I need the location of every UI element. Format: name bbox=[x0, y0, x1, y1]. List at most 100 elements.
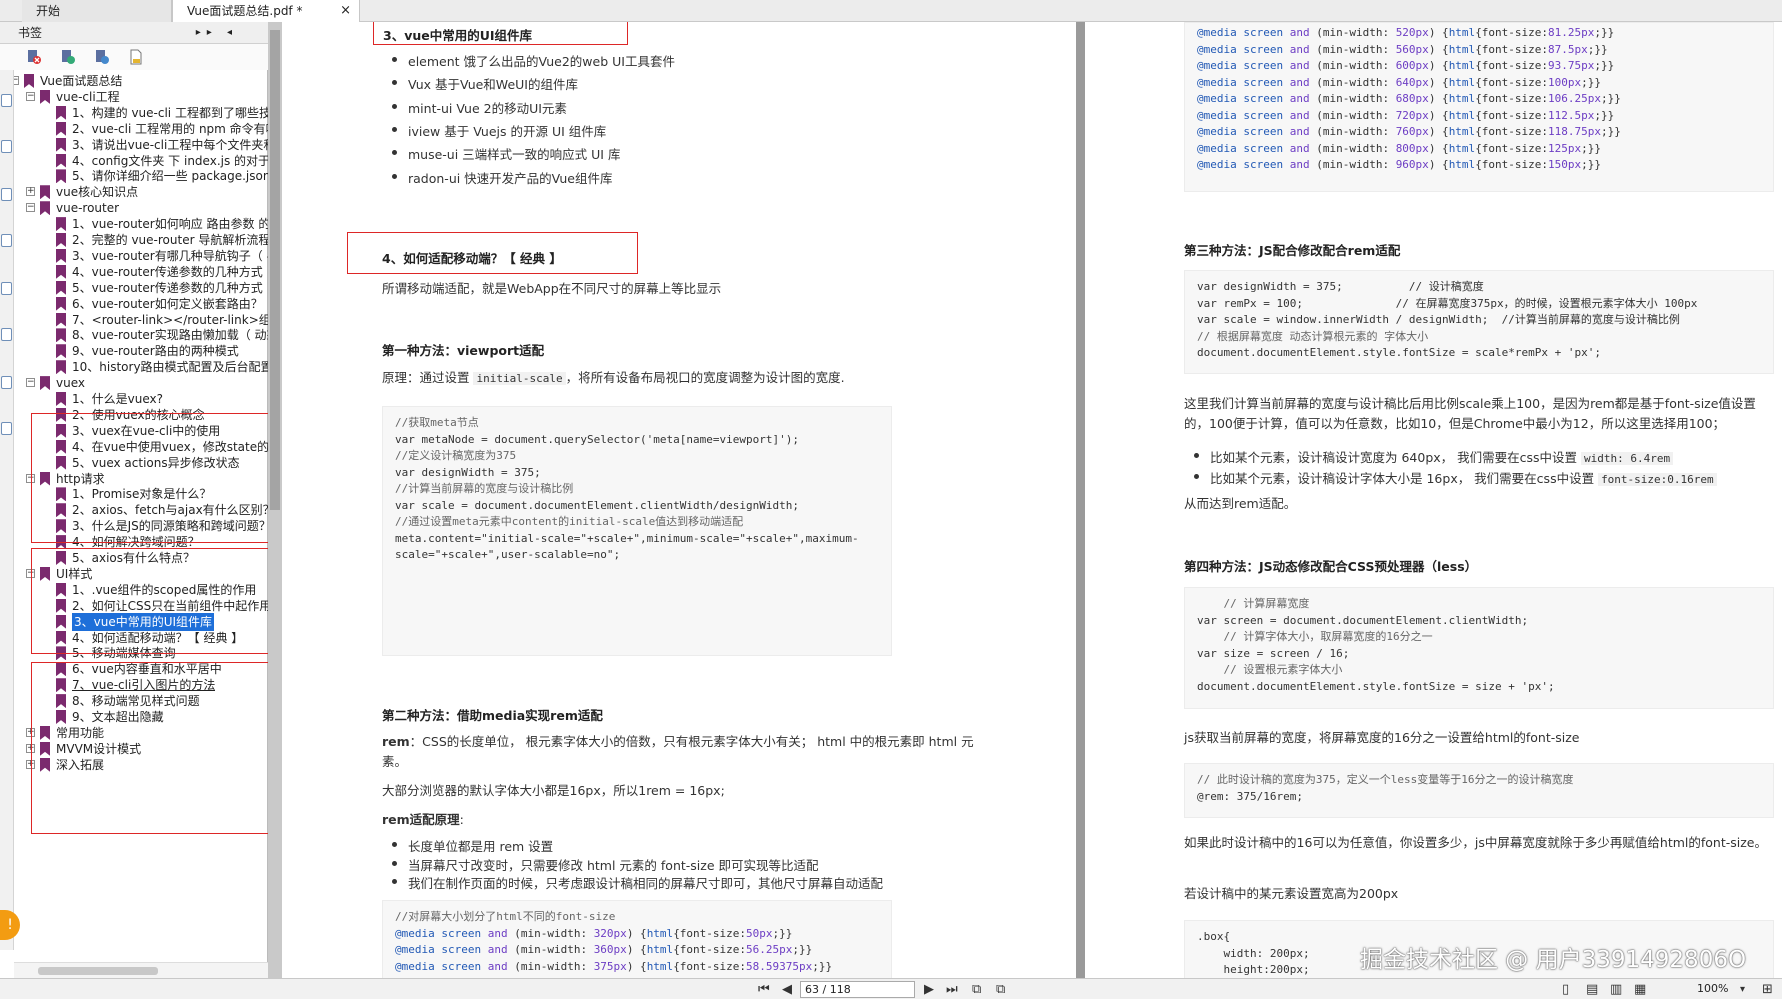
code-line: //定义设计稿宽度为375 bbox=[395, 449, 517, 462]
code-line: @media screen and (min-width: 520px) {ht… bbox=[1197, 26, 1615, 39]
bookmark-icon bbox=[56, 217, 66, 232]
scrollbar-thumb[interactable] bbox=[38, 967, 158, 975]
code-line: //获取meta节点 bbox=[395, 416, 479, 429]
bookmark-icon bbox=[56, 344, 66, 359]
annotation-icon[interactable] bbox=[1, 188, 12, 201]
layers-icon[interactable] bbox=[1, 376, 12, 389]
bookmark-icon bbox=[56, 312, 66, 327]
bookmark-icon bbox=[56, 296, 66, 311]
bookmark-panel-icon[interactable] bbox=[1, 140, 12, 153]
bookmark-icon bbox=[56, 360, 66, 375]
paragraph: rem：CSS的长度单位， 根元素字体大小的倍数，只有根元素字体大小有关； ht… bbox=[382, 732, 982, 772]
bookmark-icon bbox=[56, 328, 66, 343]
scrollbar-thumb[interactable] bbox=[270, 30, 280, 510]
add-bookmark-icon[interactable] bbox=[60, 49, 76, 65]
page-number-input[interactable]: 63 / 118 bbox=[800, 981, 915, 998]
page-thumbnail-icon[interactable] bbox=[1, 94, 12, 107]
zoom-level[interactable]: 100% bbox=[1697, 982, 1728, 995]
bookmark-icon bbox=[40, 185, 50, 200]
code-line: var size = screen / 16; bbox=[1197, 646, 1350, 660]
chevron-down-icon[interactable]: ▾ bbox=[1740, 984, 1745, 995]
panel-collapse-icon[interactable]: ▸▸ ◂ bbox=[196, 22, 238, 44]
bookmarks-header: 书签 ▸▸ ◂ bbox=[0, 22, 268, 44]
code-line: @media screen and (min-width: 375px) {ht… bbox=[395, 959, 833, 973]
collapse-icon[interactable]: − bbox=[26, 378, 35, 388]
code-line: //对屏幕大小划分了html不同的font-size bbox=[395, 910, 616, 923]
bookmark-icon bbox=[56, 392, 66, 406]
code-line: scale="+scale+",user-scalable=no"; bbox=[395, 548, 621, 561]
close-icon[interactable]: × bbox=[340, 0, 351, 22]
list-item: 我们在制作页面的时候，只考虑跟设计稿相同的屏幕尺寸即可，其他尺寸屏幕自动适配 bbox=[391, 873, 883, 892]
paragraph: js获取当前屏幕的宽度，将屏幕宽度的16分之一设置给html的font-size bbox=[1184, 730, 1580, 745]
paragraph: rem适配原理: bbox=[382, 810, 464, 830]
bookmark-icon bbox=[24, 74, 34, 88]
code-line: var designWidth = 375; // 设计稿宽度 bbox=[1197, 280, 1484, 293]
bold-term: rem适配原理 bbox=[382, 812, 460, 827]
code-line: // 计算屏幕宽度 bbox=[1197, 597, 1310, 610]
attachment-icon[interactable] bbox=[1, 234, 12, 247]
tab-document[interactable]: Vue面试题总结.pdf * × bbox=[172, 0, 360, 22]
list-item: Vux 基于Vue和WeUI的组件库 bbox=[392, 74, 578, 93]
collapse-icon[interactable]: − bbox=[14, 76, 19, 85]
list-item: muse-ui 三端样式一致的响应式 UI 库 bbox=[391, 144, 620, 163]
list-item: 当屏幕尺寸改变时，只需要修改 html 元素的 font-size 即可实现等比… bbox=[392, 855, 819, 874]
method-heading: 第一种方法：viewport适配 bbox=[382, 343, 545, 358]
code-line: var metaNode = document.querySelector('m… bbox=[395, 432, 799, 446]
bookmark-icon bbox=[40, 201, 50, 216]
delete-bookmark-icon[interactable] bbox=[26, 49, 42, 65]
tab-start[interactable]: 开始 bbox=[22, 0, 172, 22]
code-line: @media screen and (min-width: 680px) {ht… bbox=[1197, 92, 1621, 105]
paragraph: 若设计稿中的某元素设置宽高为200px bbox=[1184, 886, 1399, 901]
collapse-icon[interactable]: − bbox=[26, 91, 35, 101]
collapse-icon[interactable]: − bbox=[26, 203, 35, 213]
next-page-icon[interactable]: ▶ bbox=[924, 982, 934, 997]
paragraph: 所谓移动端适配，就是WebApp在不同尺寸的屏幕上等比显示 bbox=[382, 281, 722, 296]
signature-icon[interactable] bbox=[1, 282, 12, 295]
section-heading: 3、vue中常用的UI组件库 bbox=[383, 28, 533, 43]
code-line: var scale = window.innerWidth / designWi… bbox=[1197, 313, 1680, 326]
list-item: radon-ui 快速开发产品的Vue组件库 bbox=[392, 168, 613, 187]
bookmarks-toolbar bbox=[0, 44, 268, 70]
paragraph: 原理：通过设置 initial-scale ，将所有设备布局视口的宽度调整为设计图… bbox=[382, 368, 845, 389]
text: ，将所有设备布局视口的宽度调整为设计图的宽度. bbox=[565, 370, 845, 385]
bookmark-child-icon[interactable] bbox=[94, 49, 110, 65]
panel-splitter[interactable] bbox=[268, 22, 282, 978]
prev-page-icon[interactable]: ◀ bbox=[782, 982, 792, 997]
section-heading: 4、如何适配移动端？【 经典 】 bbox=[382, 251, 562, 266]
pdf-page-right: @media screen and (min-width: 520px) {ht… bbox=[1085, 22, 1782, 978]
view-back-icon[interactable]: ⧉ bbox=[972, 982, 981, 997]
code-line: @media screen and (min-width: 760px) {ht… bbox=[1197, 125, 1621, 138]
code-line: var remPx = 100; // 在屏幕宽度375px，的时候，设置根元素… bbox=[1197, 296, 1698, 310]
fullscreen-icon[interactable]: ⊞ bbox=[1762, 982, 1773, 997]
tab-bar: 开始 Vue面试题总结.pdf * × bbox=[0, 0, 1782, 22]
method-heading: 第二种方法：借助media实现rem适配 bbox=[382, 708, 603, 723]
horizontal-scrollbar[interactable] bbox=[14, 962, 268, 978]
bookmark-icon bbox=[56, 169, 66, 184]
lock-icon[interactable] bbox=[1, 328, 12, 341]
two-page-icon[interactable]: ▥ bbox=[1610, 982, 1622, 997]
code-line: var designWidth = 375; bbox=[395, 465, 541, 479]
code-line: @media screen and (min-width: 320px) {ht… bbox=[395, 926, 793, 940]
bookmark-page-icon[interactable] bbox=[128, 49, 144, 65]
two-page-continuous-icon[interactable]: ▦ bbox=[1634, 982, 1646, 997]
code-line: document.documentElement.style.fontSize … bbox=[1197, 679, 1555, 693]
bookmark-icon bbox=[56, 248, 66, 263]
bookmark-icon bbox=[56, 233, 66, 247]
paragraph: 如果此时设计稿中的16可以为任意值，你设置多少，js中屏幕宽度就除于多少再赋值给… bbox=[1184, 835, 1767, 850]
view-forward-icon[interactable]: ⧉ bbox=[996, 982, 1005, 997]
bookmark-icon bbox=[56, 153, 66, 168]
inline-code: width: 6.4rem bbox=[1581, 452, 1674, 465]
list-item: 比如某个元素，设计稿设计宽度为 640px， 我们需要在css中设置 width… bbox=[1193, 447, 1674, 466]
list-item: element 饿了么出品的Vue2的web UI工具套件 bbox=[392, 51, 675, 70]
bookmark-icon bbox=[56, 121, 66, 136]
expand-icon[interactable]: + bbox=[26, 187, 35, 197]
search-icon[interactable] bbox=[1, 422, 12, 435]
last-page-icon[interactable]: ⏭ bbox=[946, 982, 958, 997]
bookmark-icon bbox=[56, 105, 66, 120]
document-canvas: 3、vue中常用的UI组件库 4、如何适配移动端？【 经典 】 所谓移动端适配，… bbox=[282, 22, 1782, 978]
continuous-page-icon[interactable]: ▤ bbox=[1586, 982, 1598, 997]
single-page-icon[interactable]: ▯ bbox=[1562, 982, 1569, 997]
list-item: 长度单位都是用 rem 设置 bbox=[391, 836, 553, 855]
code-line: //计算当前屏幕的宽度与设计稿比例 bbox=[395, 482, 574, 495]
first-page-icon[interactable]: ⏮ bbox=[758, 982, 770, 997]
